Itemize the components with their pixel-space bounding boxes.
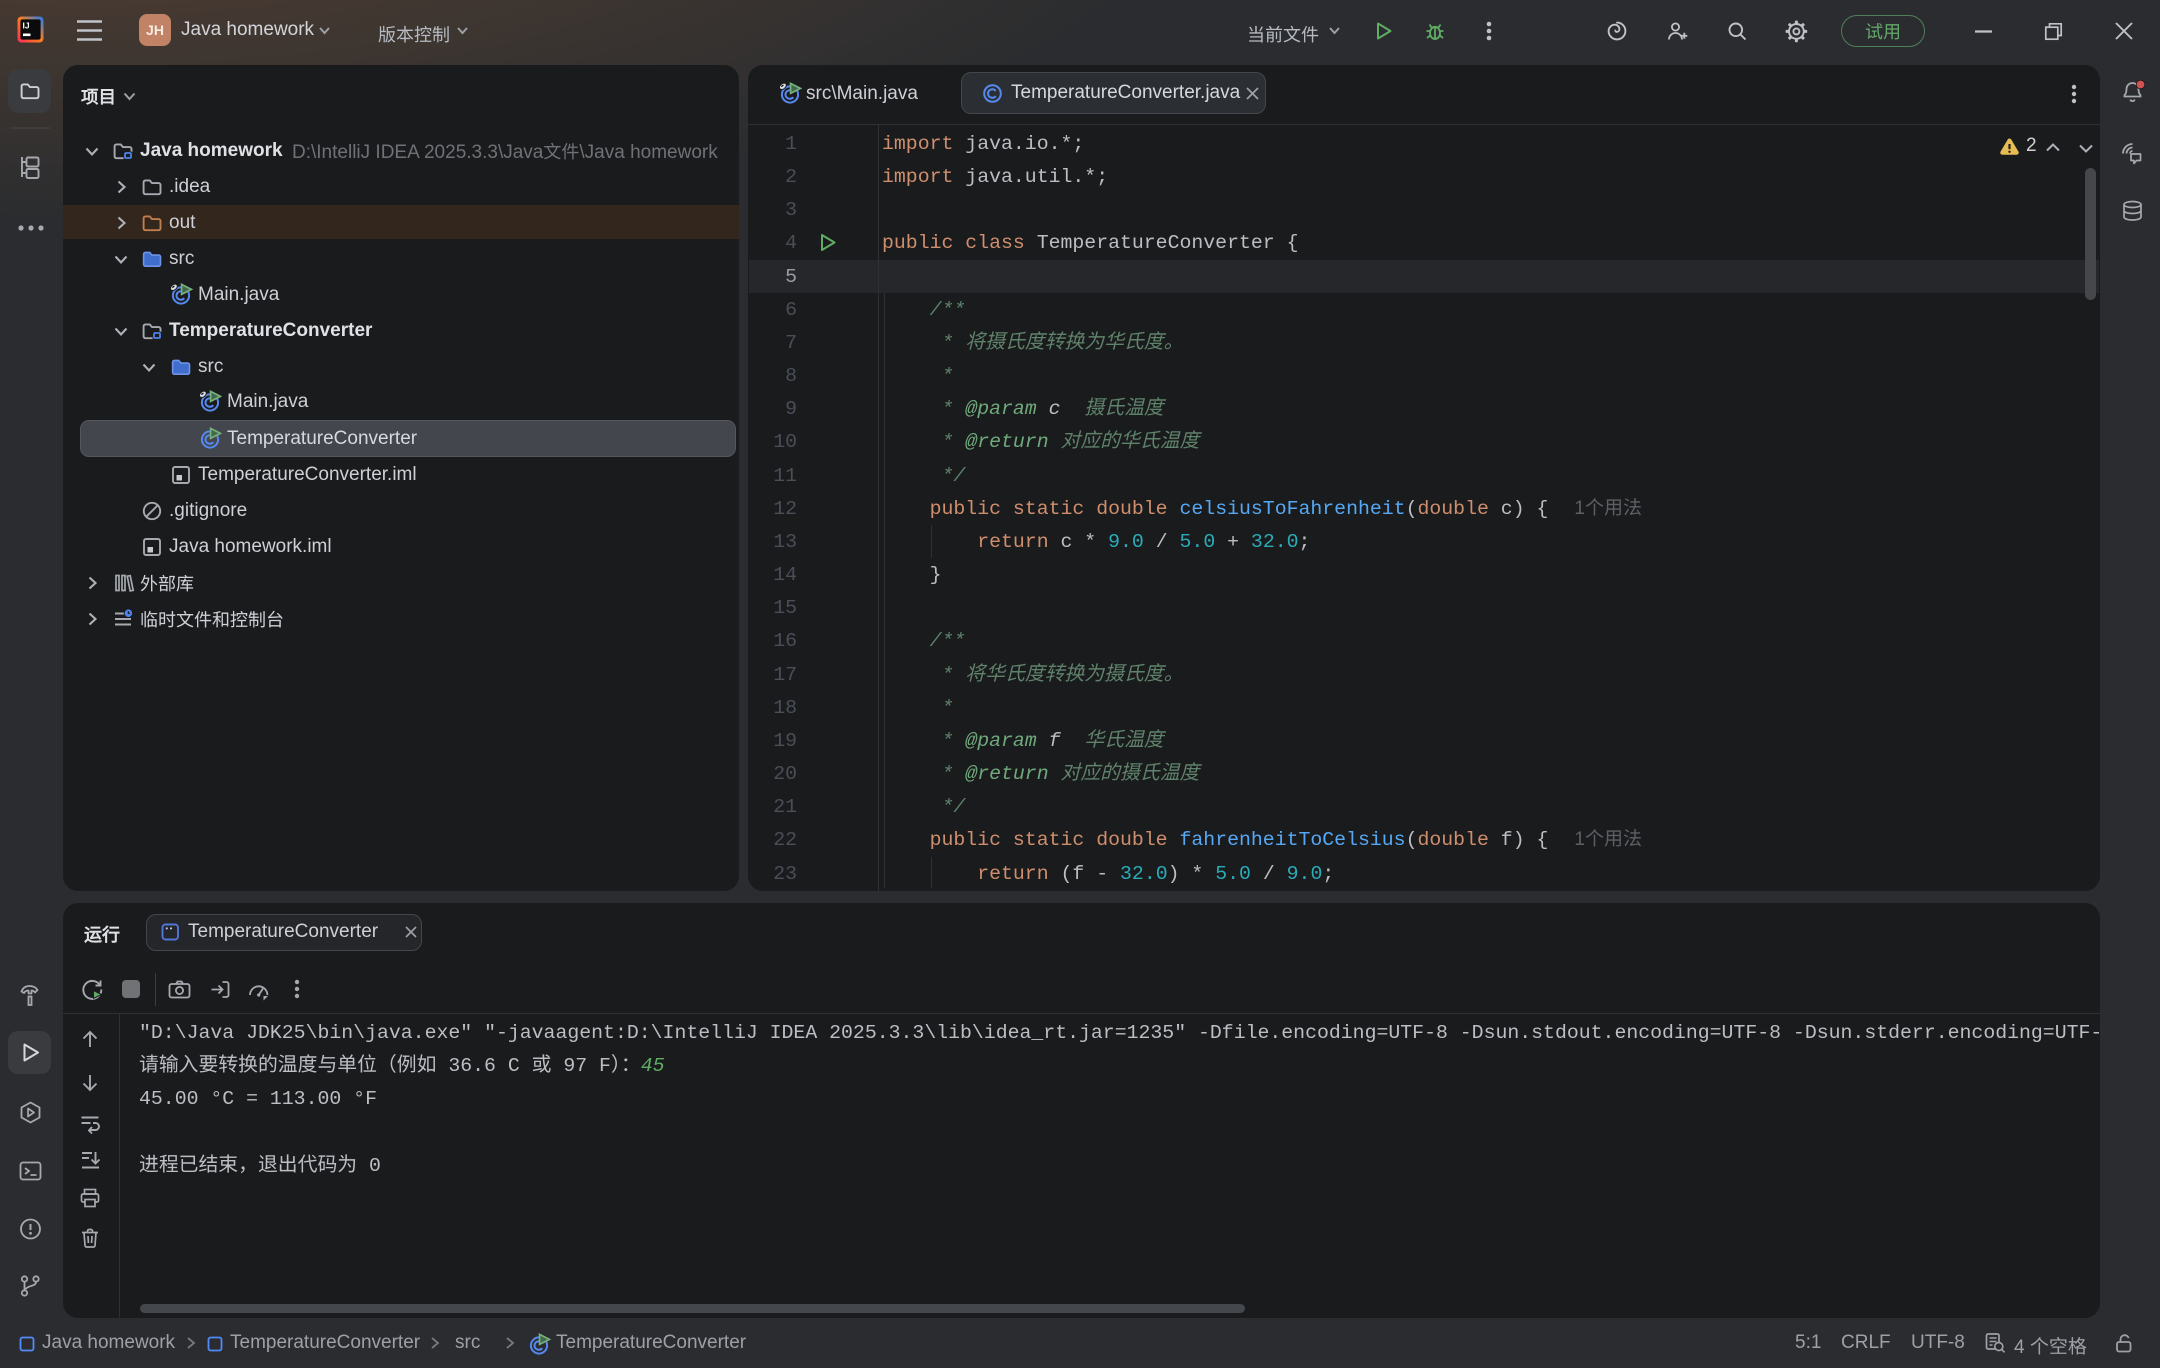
svg-text:IJ: IJ <box>23 21 30 31</box>
